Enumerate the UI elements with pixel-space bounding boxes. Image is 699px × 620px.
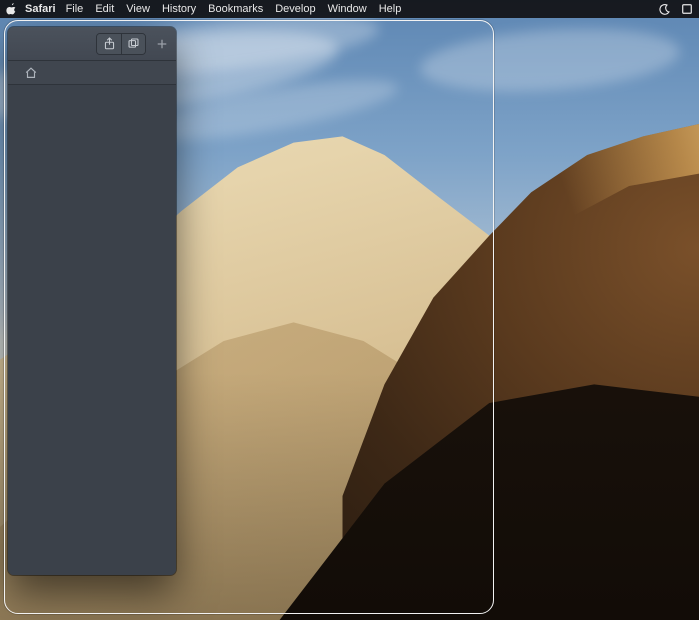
cloud-decoration [418,21,682,99]
menu-edit[interactable]: Edit [95,0,114,18]
menu-history[interactable]: History [162,0,196,18]
menu-develop[interactable]: Develop [275,0,315,18]
menu-help[interactable]: Help [379,0,402,18]
safari-toolbar [8,27,176,61]
menu-file[interactable]: File [66,0,84,18]
do-not-disturb-icon[interactable] [658,3,671,16]
tabs-icon [127,37,140,50]
active-app-name[interactable]: Safari [25,0,56,18]
show-tabs-button[interactable] [121,34,145,54]
safari-tab-bar [8,61,176,85]
apple-menu-icon[interactable] [6,3,17,15]
share-button[interactable] [97,34,121,54]
plus-icon [156,38,168,50]
menu-bookmarks[interactable]: Bookmarks [208,0,263,18]
start-page-tab[interactable] [14,61,48,85]
safari-content-area [8,85,176,575]
menu-window[interactable]: Window [328,0,367,18]
toolbar-button-group [96,33,146,55]
share-icon [103,37,116,50]
menu-view[interactable]: View [126,0,150,18]
new-tab-button[interactable] [152,34,172,54]
safari-window [8,27,176,575]
fullscreen-toggle-icon[interactable] [681,3,693,15]
menu-bar: Safari File Edit View History Bookmarks … [0,0,699,18]
home-icon [24,66,38,80]
